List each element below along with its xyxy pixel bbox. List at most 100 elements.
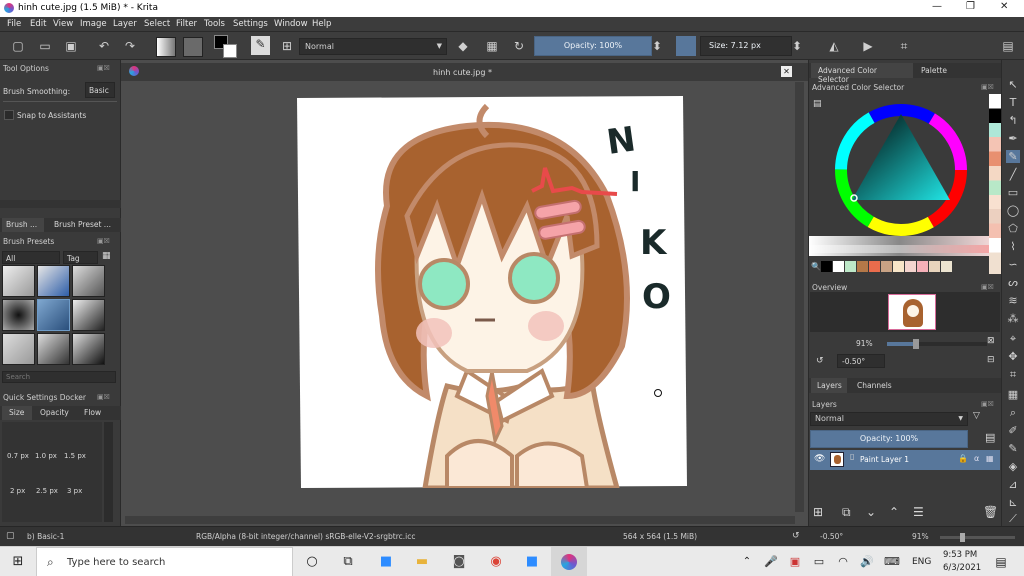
- dock-float-close-icon[interactable]: ▣☒: [981, 283, 994, 291]
- eraser-icon[interactable]: ◆: [455, 38, 471, 54]
- preset-thumbnail[interactable]: [72, 299, 105, 331]
- volume-icon[interactable]: 🔊: [858, 554, 876, 570]
- tab-flow[interactable]: Flow: [84, 408, 101, 417]
- brush-settings-icon[interactable]: ⊞: [279, 38, 295, 54]
- open-document-icon[interactable]: ▭: [37, 38, 53, 54]
- redo-icon[interactable]: ↷: [122, 38, 138, 54]
- dynamic-brush-icon[interactable]: ≋: [1006, 294, 1020, 307]
- task-view-icon[interactable]: ⧉: [339, 554, 357, 570]
- menu-tools[interactable]: Tools: [204, 19, 225, 29]
- show-hidden-icons[interactable]: ⌃: [738, 554, 756, 570]
- preset-thumbnail[interactable]: [2, 333, 35, 365]
- eye-icon[interactable]: 👁: [814, 454, 825, 464]
- canvas-vertical-scrollbar[interactable]: [795, 82, 804, 512]
- preset-thumbnail[interactable]: [2, 299, 35, 331]
- opacity-stepper[interactable]: ⬍: [652, 38, 662, 54]
- clock-date[interactable]: 6/3/2021: [943, 563, 981, 573]
- history-swatch[interactable]: [929, 261, 940, 272]
- freehand-path-icon[interactable]: ᔕ: [1006, 276, 1020, 289]
- layer-properties-icon[interactable]: ☰: [913, 505, 924, 519]
- battery-icon[interactable]: ▭: [810, 554, 828, 570]
- color-wheel[interactable]: [826, 100, 976, 240]
- overview-preview[interactable]: [810, 292, 1000, 332]
- language-indicator[interactable]: ENG: [912, 557, 931, 567]
- menu-view[interactable]: View: [53, 19, 73, 29]
- multibrush-icon[interactable]: ⁂: [1006, 312, 1020, 325]
- history-swatch[interactable]: [893, 261, 904, 272]
- layer-blend-select[interactable]: Normal ▼: [810, 412, 968, 426]
- dock-float-close-icon[interactable]: ▣☒: [97, 64, 110, 72]
- menu-filter[interactable]: Filter: [176, 19, 197, 29]
- history-swatch[interactable]: [857, 261, 868, 272]
- menu-settings[interactable]: Settings: [233, 19, 268, 29]
- camera-app-icon[interactable]: ◙: [450, 554, 468, 570]
- alpha-inherit-icon[interactable]: α: [974, 454, 979, 463]
- line-tool-icon[interactable]: ╱: [1006, 168, 1020, 181]
- rectangle-tool-icon[interactable]: ▭: [1006, 186, 1020, 199]
- size-stepper[interactable]: ⬍: [792, 38, 802, 54]
- undo-icon[interactable]: ↶: [96, 38, 112, 54]
- tab-opacity[interactable]: Opacity: [40, 408, 69, 417]
- history-swatch[interactable]: [917, 261, 928, 272]
- zoom-slider-handle[interactable]: [913, 339, 919, 349]
- preset-thumbnail[interactable]: [72, 265, 105, 297]
- file-explorer-icon[interactable]: ▬: [413, 554, 431, 570]
- move-tool-icon[interactable]: ✥: [1006, 350, 1020, 363]
- document-tab[interactable]: hinh cute.jpg *: [433, 68, 492, 77]
- mirror-view-icon[interactable]: ⊟: [987, 355, 995, 365]
- wifi-icon[interactable]: ◠: [834, 554, 852, 570]
- saturation-strip[interactable]: [809, 245, 989, 253]
- add-layer-icon[interactable]: ⊞: [813, 505, 823, 519]
- microphone-icon[interactable]: 🎤: [762, 554, 780, 570]
- bezier-tool-icon[interactable]: ∽: [1006, 258, 1020, 271]
- edit-shapes-icon[interactable]: ↰: [1006, 114, 1020, 127]
- layer-lock-icon[interactable]: 🔒: [958, 454, 968, 463]
- chrome-icon[interactable]: ◉: [487, 554, 505, 570]
- preset-search-input[interactable]: Search: [2, 371, 116, 383]
- menu-image[interactable]: Image: [80, 19, 107, 29]
- brush-smoothing-select[interactable]: Basic: [85, 82, 115, 98]
- preset-thumbnail-selected[interactable]: [37, 299, 70, 331]
- antivirus-icon[interactable]: ▣: [786, 554, 804, 570]
- blend-mode-select[interactable]: Normal ▼: [299, 38, 447, 55]
- size-handle[interactable]: [676, 36, 696, 56]
- layer-filter-icon[interactable]: ▽: [973, 411, 980, 421]
- colorize-mask-icon[interactable]: ✐: [1006, 424, 1020, 437]
- drawing-canvas[interactable]: N I K O: [297, 96, 687, 488]
- crop-tool-icon[interactable]: ⌗: [1006, 368, 1020, 382]
- rotate-icon[interactable]: ↺: [792, 531, 800, 541]
- close-button[interactable]: ✕: [1000, 1, 1008, 12]
- polygon-tool-icon[interactable]: ⬠: [1006, 222, 1020, 235]
- minimize-button[interactable]: —: [932, 1, 942, 12]
- brush-preset-icon[interactable]: ✎: [251, 36, 270, 55]
- history-swatch[interactable]: [845, 261, 856, 272]
- tab-size[interactable]: Size: [2, 406, 32, 420]
- alpha-lock-icon[interactable]: ▦: [484, 38, 500, 54]
- size-option[interactable]: 2 px: [10, 487, 25, 495]
- fill-tool-icon[interactable]: ◈: [1006, 460, 1020, 473]
- mirror-horizontal-icon[interactable]: ◭: [826, 38, 842, 54]
- zoom-app-icon[interactable]: ■: [377, 554, 395, 570]
- krita-taskbar-button[interactable]: [551, 547, 587, 576]
- duplicate-layer-icon[interactable]: ⧉: [842, 505, 851, 520]
- tab-layers[interactable]: Layers: [811, 378, 847, 393]
- layer-row[interactable]: 👁 ▯ Paint Layer 1 🔒 α ▦: [810, 450, 1000, 470]
- menu-select[interactable]: Select: [144, 19, 170, 29]
- preset-thumbnail[interactable]: [37, 265, 70, 297]
- history-swatch[interactable]: [833, 261, 844, 272]
- menu-window[interactable]: Window: [274, 19, 308, 29]
- move-up-icon[interactable]: ⌃: [889, 505, 899, 519]
- preset-thumbnail[interactable]: [72, 333, 105, 365]
- measure-tool-icon[interactable]: ⊾: [1006, 496, 1020, 509]
- save-icon[interactable]: ▣: [63, 38, 79, 54]
- tag-select[interactable]: Tag: [63, 251, 98, 264]
- move-down-icon[interactable]: ⌄: [866, 505, 876, 519]
- rotation-input[interactable]: -0.50°: [837, 354, 885, 368]
- preset-thumbnail[interactable]: [37, 333, 70, 365]
- zoom-fit-icon[interactable]: ⊠: [987, 336, 995, 346]
- tab-channels[interactable]: Channels: [857, 381, 892, 390]
- gradient-tool-icon[interactable]: ▦: [1006, 388, 1020, 401]
- taskbar-search[interactable]: ⌕ Type here to search: [36, 547, 293, 576]
- snap-checkbox[interactable]: [4, 110, 14, 120]
- text-tool-icon[interactable]: T: [1006, 96, 1020, 109]
